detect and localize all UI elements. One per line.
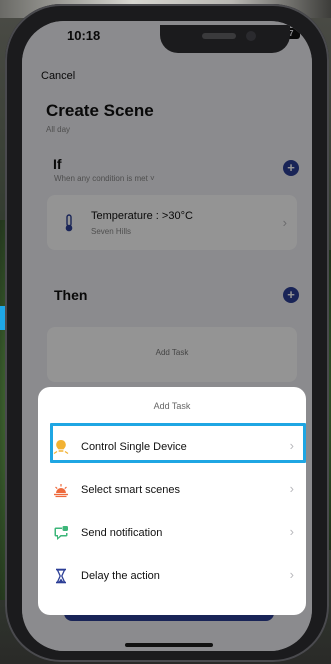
- highlight-frame: [50, 423, 306, 463]
- home-indicator: [125, 643, 213, 647]
- sunrise-icon: [54, 484, 68, 498]
- sheet-item-send-notification[interactable]: Send notification ›: [38, 512, 306, 554]
- notch: [160, 25, 290, 53]
- sheet-title: Add Task: [153, 401, 191, 411]
- sheet-item-label: Select smart scenes: [81, 484, 181, 496]
- add-task-sheet: Add Task Control Single Device › Select …: [38, 387, 306, 615]
- chevron-right-icon: ›: [289, 481, 294, 496]
- hourglass-icon: [56, 568, 66, 584]
- chevron-right-icon: ›: [289, 567, 294, 582]
- sheet-item-delay-the-action[interactable]: Delay the action ›: [38, 555, 306, 597]
- sheet-item-select-smart-scenes[interactable]: Select smart scenes ›: [38, 469, 306, 511]
- speaker: [202, 33, 236, 39]
- sheet-item-label: Delay the action: [81, 570, 160, 582]
- chevron-right-icon: ›: [289, 524, 294, 539]
- camera: [246, 31, 256, 41]
- sheet-item-label: Send notification: [81, 527, 163, 539]
- chat-icon: [54, 526, 68, 540]
